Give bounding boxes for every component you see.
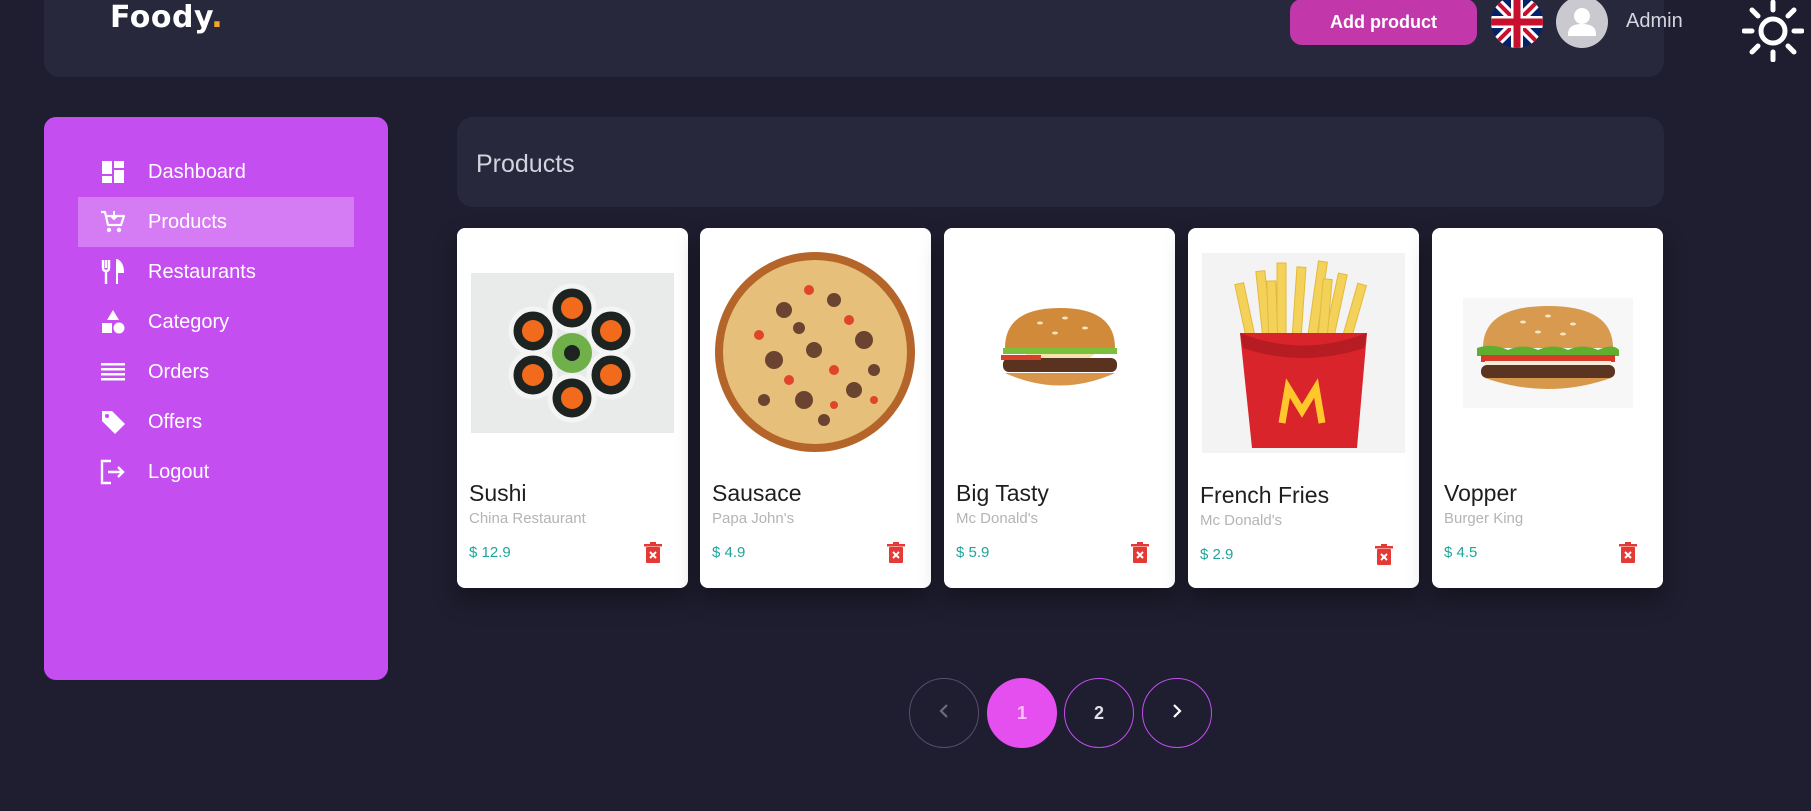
fries-image bbox=[1202, 250, 1405, 455]
product-restaurant: Mc Donald's bbox=[1200, 512, 1283, 529]
app-logo[interactable]: Foody. bbox=[110, 0, 223, 35]
burger-image bbox=[958, 250, 1161, 455]
product-card-sausace[interactable]: Sausace Papa John's $ 4.9 bbox=[700, 228, 931, 588]
pagination-page-1[interactable]: 1 bbox=[987, 678, 1057, 748]
product-price: $ 12.9 bbox=[469, 544, 511, 561]
product-restaurant: Papa John's bbox=[712, 510, 795, 527]
product-price: $ 4.5 bbox=[1444, 544, 1478, 561]
top-header: Foody. Add product Admin bbox=[44, 0, 1683, 77]
product-price: $ 4.9 bbox=[712, 544, 746, 561]
pizza-image bbox=[714, 250, 917, 455]
logout-icon bbox=[100, 459, 126, 485]
cart-icon bbox=[100, 209, 126, 235]
product-restaurant: China Restaurant bbox=[469, 510, 586, 527]
sun-icon[interactable] bbox=[1741, 0, 1805, 63]
chevron-right-icon bbox=[1171, 703, 1183, 724]
product-price: $ 2.9 bbox=[1200, 546, 1234, 563]
delete-icon[interactable] bbox=[1130, 542, 1150, 564]
product-restaurant: Burger King bbox=[1444, 510, 1524, 527]
sidebar-item-orders[interactable]: Orders bbox=[78, 347, 354, 397]
sidebar-item-label: Products bbox=[148, 210, 227, 233]
sidebar-item-label: Logout bbox=[148, 460, 210, 483]
shapes-icon bbox=[100, 309, 126, 335]
product-name: Sausace bbox=[712, 480, 802, 506]
chevron-left-icon bbox=[938, 703, 950, 724]
product-card-vopper[interactable]: Vopper Burger King $ 4.5 bbox=[1432, 228, 1663, 588]
products-header-panel: Products bbox=[457, 117, 1664, 207]
product-price: $ 5.9 bbox=[956, 544, 990, 561]
product-card-sushi[interactable]: Sushi China Restaurant $ 12.9 bbox=[457, 228, 688, 588]
sidebar-item-logout[interactable]: Logout bbox=[78, 447, 354, 497]
utensils-icon bbox=[100, 259, 126, 285]
sidebar-item-category[interactable]: Category bbox=[78, 297, 354, 347]
add-product-button[interactable]: Add product bbox=[1290, 0, 1477, 45]
sidebar: Dashboard Products Restaurants Category … bbox=[44, 117, 388, 680]
sidebar-item-offers[interactable]: Offers bbox=[78, 397, 354, 447]
product-name: French Fries bbox=[1200, 482, 1330, 508]
logo-text: Foody bbox=[110, 0, 212, 35]
burger-image bbox=[1446, 250, 1649, 455]
sidebar-item-label: Dashboard bbox=[148, 160, 246, 183]
sushi-image bbox=[471, 250, 674, 455]
user-name[interactable]: Admin bbox=[1626, 10, 1683, 33]
delete-icon[interactable] bbox=[886, 542, 906, 564]
product-name: Big Tasty bbox=[956, 480, 1049, 506]
pagination-next-button[interactable] bbox=[1142, 678, 1212, 748]
avatar[interactable] bbox=[1556, 0, 1608, 48]
tag-icon bbox=[100, 409, 126, 435]
list-icon bbox=[100, 359, 126, 385]
sidebar-item-products[interactable]: Products bbox=[78, 197, 354, 247]
sidebar-item-label: Offers bbox=[148, 410, 203, 433]
product-restaurant: Mc Donald's bbox=[956, 510, 1039, 527]
uk-flag-icon[interactable] bbox=[1491, 0, 1543, 48]
product-name: Vopper bbox=[1444, 480, 1517, 506]
product-name: Sushi bbox=[469, 480, 527, 506]
dashboard-icon bbox=[100, 159, 126, 185]
sidebar-item-label: Category bbox=[148, 310, 230, 333]
sidebar-item-dashboard[interactable]: Dashboard bbox=[78, 147, 354, 197]
sidebar-item-label: Restaurants bbox=[148, 260, 256, 283]
page-title: Products bbox=[476, 150, 575, 178]
delete-icon[interactable] bbox=[1374, 544, 1394, 566]
pagination-page-2[interactable]: 2 bbox=[1064, 678, 1134, 748]
sidebar-item-restaurants[interactable]: Restaurants bbox=[78, 247, 354, 297]
delete-icon[interactable] bbox=[643, 542, 663, 564]
pagination-prev-button[interactable] bbox=[909, 678, 979, 748]
product-card-french-fries[interactable]: French Fries Mc Donald's $ 2.9 bbox=[1188, 228, 1419, 588]
logo-dot: . bbox=[211, 0, 224, 35]
sidebar-item-label: Orders bbox=[148, 360, 210, 383]
product-card-big-tasty[interactable]: Big Tasty Mc Donald's $ 5.9 bbox=[944, 228, 1175, 588]
delete-icon[interactable] bbox=[1618, 542, 1638, 564]
